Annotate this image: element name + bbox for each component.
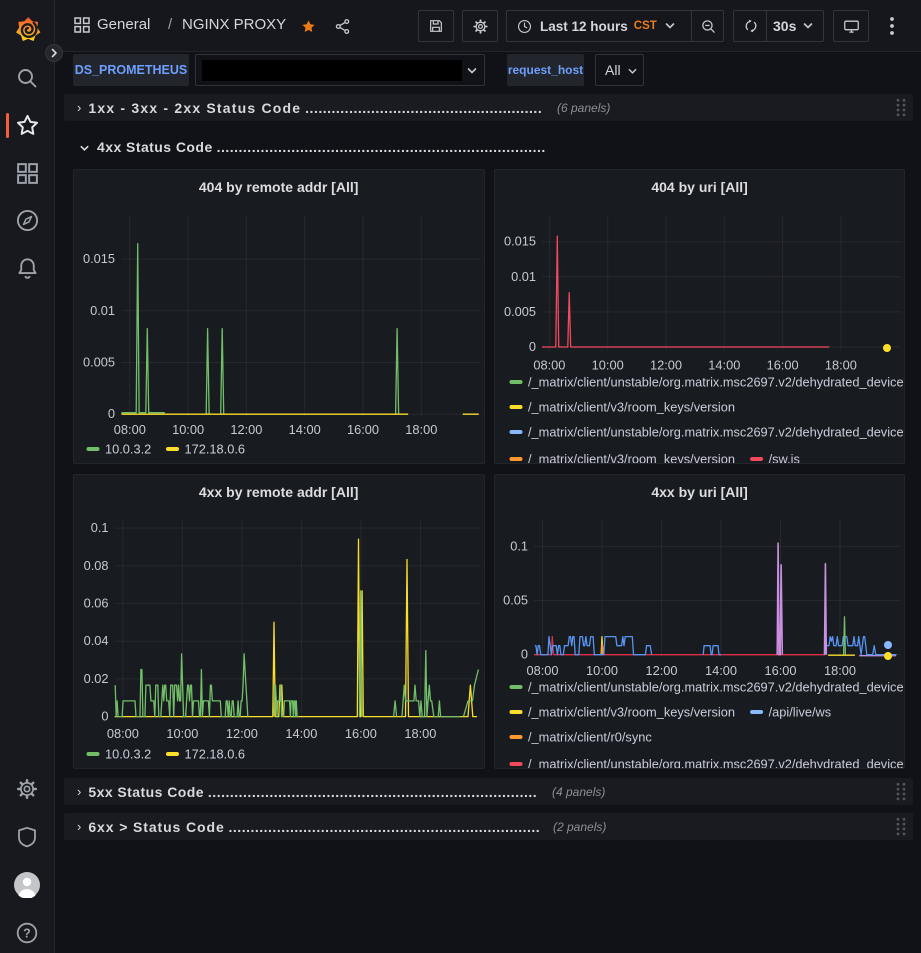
svg-text:/_matrix/client/v3/room_keys/v: /_matrix/client/v3/room_keys/version — [528, 400, 735, 415]
svg-text:08:00: 08:00 — [533, 358, 565, 373]
svg-text:0.015: 0.015 — [504, 234, 536, 249]
svg-text:/_matrix/client/unstable/org.m: /_matrix/client/unstable/org.matrix.msc2… — [528, 425, 904, 440]
svg-text:14:00: 14:00 — [285, 726, 317, 741]
svg-text:/_matrix/client/v3/room_keys/v: /_matrix/client/v3/room_keys/version — [528, 704, 735, 719]
svg-text:?: ? — [23, 926, 31, 940]
svg-text:0.06: 0.06 — [83, 595, 108, 610]
svg-text:12:00: 12:00 — [645, 663, 677, 678]
svg-text:16:00: 16:00 — [764, 663, 796, 678]
svg-text:14:00: 14:00 — [705, 663, 737, 678]
svg-text:/_matrix/client/v3/room_keys/v: /_matrix/client/v3/room_keys/version — [528, 452, 735, 465]
svg-text:10:00: 10:00 — [172, 422, 204, 437]
svg-text:18:00: 18:00 — [404, 726, 436, 741]
svg-text:14:00: 14:00 — [708, 358, 740, 373]
svg-text:16:00: 16:00 — [347, 422, 379, 437]
svg-text:/_matrix/client/unstable/org.m: /_matrix/client/unstable/org.matrix.msc2… — [528, 756, 904, 769]
svg-text:0.05: 0.05 — [503, 592, 528, 607]
svg-text:16:00: 16:00 — [767, 358, 799, 373]
svg-text:0: 0 — [107, 406, 114, 421]
svg-text:10:00: 10:00 — [586, 663, 618, 678]
svg-text:/_matrix/client/unstable/org.m: /_matrix/client/unstable/org.matrix.msc2… — [528, 679, 904, 694]
svg-text:172.18.0.6: 172.18.0.6 — [184, 746, 245, 761]
svg-text:0.01: 0.01 — [90, 303, 115, 318]
svg-text:18:00: 18:00 — [824, 663, 856, 678]
svg-text:/_matrix/client/r0/sync: /_matrix/client/r0/sync — [528, 729, 652, 744]
svg-text:12:00: 12:00 — [230, 422, 262, 437]
svg-text:0: 0 — [529, 339, 536, 354]
svg-text:18:00: 18:00 — [405, 422, 437, 437]
svg-text:0: 0 — [521, 646, 528, 661]
svg-text:14:00: 14:00 — [288, 422, 320, 437]
svg-text:/sw.js: /sw.js — [769, 452, 800, 465]
svg-text:172.18.0.6: 172.18.0.6 — [184, 442, 245, 457]
svg-text:0.01: 0.01 — [511, 269, 536, 284]
svg-text:10.0.3.2: 10.0.3.2 — [105, 442, 151, 457]
svg-text:10.0.3.2: 10.0.3.2 — [105, 746, 151, 761]
svg-text:0.015: 0.015 — [83, 251, 115, 266]
svg-text:0.1: 0.1 — [90, 520, 108, 535]
svg-text:18:00: 18:00 — [825, 358, 857, 373]
svg-text:0.005: 0.005 — [504, 304, 536, 319]
svg-text:0.08: 0.08 — [83, 557, 108, 572]
svg-text:/api/live/ws: /api/live/ws — [769, 704, 832, 719]
svg-text:08:00: 08:00 — [526, 663, 558, 678]
svg-text:0.02: 0.02 — [83, 670, 108, 685]
svg-text:08:00: 08:00 — [113, 422, 145, 437]
svg-text:0: 0 — [101, 708, 108, 723]
svg-text:0.005: 0.005 — [83, 355, 115, 370]
svg-text:/_matrix/client/unstable/org.m: /_matrix/client/unstable/org.matrix.msc2… — [528, 375, 904, 390]
svg-text:0.1: 0.1 — [510, 538, 528, 553]
svg-text:12:00: 12:00 — [650, 358, 682, 373]
svg-text:12:00: 12:00 — [225, 726, 257, 741]
svg-text:10:00: 10:00 — [592, 358, 624, 373]
svg-text:0.04: 0.04 — [83, 633, 108, 648]
svg-text:16:00: 16:00 — [344, 726, 376, 741]
svg-text:08:00: 08:00 — [106, 726, 138, 741]
svg-text:10:00: 10:00 — [166, 726, 198, 741]
